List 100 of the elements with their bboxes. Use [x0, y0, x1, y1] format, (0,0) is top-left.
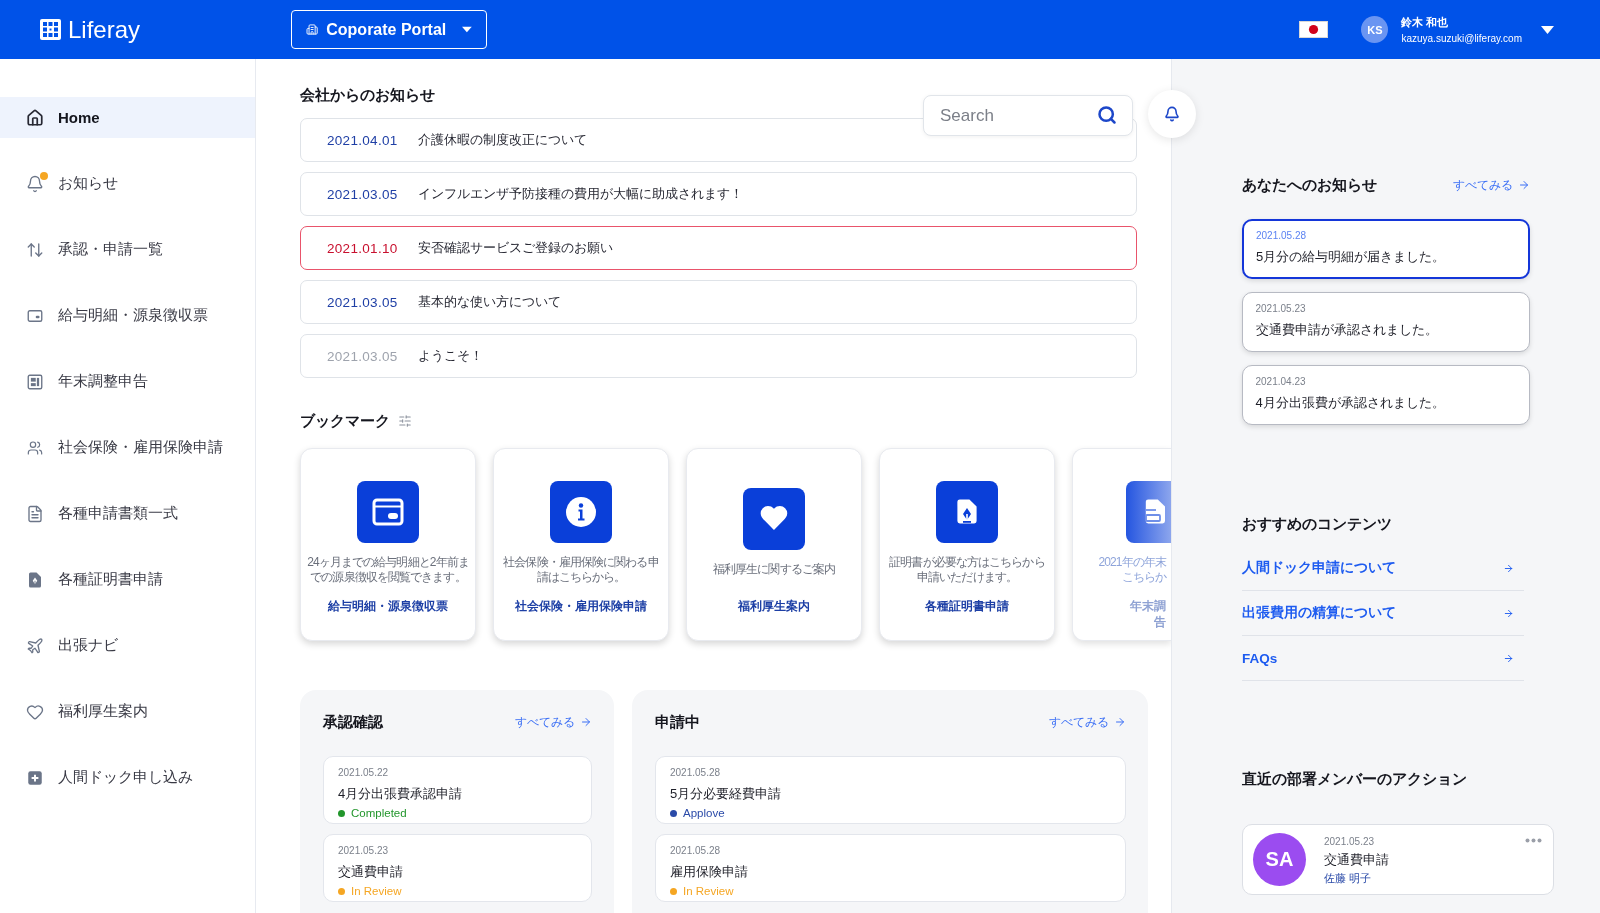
- status-label: In Review: [683, 884, 734, 898]
- bookmark-title: 各種証明書申請: [925, 598, 1009, 614]
- notice-row[interactable]: 2021.03.05 インフルエンザ予防接種の費用が大幅に助成されます！: [300, 172, 1137, 216]
- bookmark-title: 年末調 告: [1130, 598, 1166, 630]
- sidebar-item[interactable]: 社会保険・雇用保険申請: [0, 427, 255, 468]
- notification-card[interactable]: 2021.04.23 4月分出張費が承認されました。: [1242, 365, 1530, 425]
- request-card[interactable]: 2021.05.22 4月分出張費承認申請 Completed: [323, 756, 592, 824]
- action-date: 2021.05.23: [1324, 834, 1376, 848]
- more-icon[interactable]: [1525, 838, 1542, 843]
- notification-date: 2021.05.23: [1255, 301, 1307, 315]
- bookmark-description: 証明書が必要な方はこちらから 申請いただけます。: [889, 554, 1045, 585]
- heart-tile-icon: [743, 488, 805, 550]
- section-title: 会社からのお知らせ: [300, 85, 435, 105]
- notification-text: 交通費申請が承認されました。: [1255, 320, 1439, 338]
- action-title: 交通費申請: [1324, 850, 1389, 868]
- see-all-link[interactable]: すべてみる: [1453, 176, 1530, 194]
- site-selector-button[interactable]: Coporate Portal: [291, 10, 488, 49]
- sidebar-item[interactable]: 給与明細・源泉徴収票: [0, 295, 255, 336]
- notice-row[interactable]: 2021.03.05 ようこそ！: [300, 334, 1137, 378]
- recommended-link[interactable]: 出張費用の精算について: [1242, 591, 1524, 636]
- user-email: kazuya.suzuki@liferay.com: [1401, 33, 1522, 44]
- bookmark-description: 社会保険・雇用保険に関わる申 請はこちらから。: [503, 554, 659, 585]
- home-icon: [26, 108, 44, 127]
- arrow-right-icon: [580, 716, 592, 728]
- status-label: In Review: [351, 884, 402, 898]
- request-title: 4月分出張費承認申請: [338, 785, 464, 802]
- sidebar-item[interactable]: 福利厚生案内: [0, 691, 255, 732]
- bookmark-card[interactable]: 24ヶ月までの給与明細と2年前ま での源泉徴収を閲覧できます。 給与明細・源泉徴収票: [300, 448, 476, 641]
- request-card[interactable]: 2021.05.23 交通費申請 In Review: [323, 834, 592, 902]
- arrow-right-icon: [1503, 562, 1514, 574]
- notification-date: 2021.05.28: [1256, 229, 1308, 242]
- bell-icon: [1164, 106, 1180, 122]
- notice-date: 2021.04.01: [327, 132, 398, 148]
- sidebar-item[interactable]: 出張ナビ: [0, 625, 255, 666]
- request-card[interactable]: 2021.05.28 5月分必要経費申請 Applove: [655, 756, 1126, 824]
- section-title: あなたへのお知らせ: [1242, 175, 1377, 195]
- notification-card[interactable]: 2021.05.23 交通費申請が承認されました。: [1242, 292, 1530, 352]
- notification-card[interactable]: 2021.05.28 5月分の給与明細が届きました。: [1242, 219, 1530, 279]
- info-tile-icon: [550, 480, 612, 543]
- member-name: 佐藤 明子: [1324, 870, 1373, 885]
- bookmark-description: 2021年の年末 こちらか: [1098, 554, 1166, 585]
- bookmark-title: 社会保険・雇用保険申請: [515, 598, 647, 614]
- search-field[interactable]: Search: [923, 95, 1133, 136]
- plus-square-icon: [26, 768, 44, 787]
- status-label: Completed: [351, 806, 407, 820]
- notice-text: 基本的な使い方について: [417, 293, 561, 311]
- search-icon[interactable]: [1097, 105, 1117, 125]
- notice-text: インフルエンザ予防接種の費用が大幅に助成されます！: [417, 185, 743, 203]
- bookmark-title: 福利厚生案内: [738, 598, 810, 614]
- bookmark-title: 給与明細・源泉徴収票: [328, 598, 448, 614]
- recommended-link[interactable]: FAQs: [1242, 636, 1524, 681]
- heart-icon: [26, 702, 44, 721]
- arrow-right-icon: [1503, 607, 1514, 619]
- notice-date: 2021.03.05: [327, 186, 398, 202]
- japan-flag-icon[interactable]: [1299, 21, 1329, 38]
- caret-down-icon[interactable]: [1541, 25, 1554, 34]
- sidebar-item[interactable]: 年末調整申告: [0, 361, 255, 402]
- panel-title: 申請中: [655, 712, 700, 732]
- arrow-right-icon: [1503, 652, 1514, 664]
- wallet-tile-icon: [357, 480, 419, 543]
- request-date: 2021.05.28: [670, 766, 722, 779]
- sidebar-item[interactable]: 人間ドック申し込み: [0, 757, 255, 798]
- notice-date: 2021.03.05: [327, 294, 398, 310]
- bookmark-card[interactable]: 社会保険・雇用保険に関わる申 請はこちらから。 社会保険・雇用保険申請: [493, 448, 669, 641]
- section-title: 直近の部署メンバーのアクション: [1242, 769, 1467, 789]
- notice-date: 2021.01.10: [327, 240, 398, 256]
- see-all-link[interactable]: すべてみる: [515, 713, 592, 731]
- sidebar-item[interactable]: 承認・申請一覧: [0, 229, 255, 270]
- see-all-link[interactable]: すべてみる: [1049, 713, 1126, 731]
- notifications-button[interactable]: [1148, 90, 1196, 138]
- caret-down-icon: [462, 26, 473, 33]
- bell-icon: [26, 174, 44, 193]
- bookmark-description: 福利厚生に関するご案内: [712, 562, 836, 577]
- notification-date: 2021.04.23: [1255, 374, 1307, 388]
- request-title: 5月分必要経費申請: [670, 785, 783, 802]
- notification-text: 4月分出張費が承認されました。: [1255, 393, 1446, 411]
- sidebar-item[interactable]: お知らせ: [0, 163, 255, 204]
- request-card[interactable]: 2021.05.28 雇用保険申請 In Review: [655, 834, 1126, 902]
- bookmark-card[interactable]: 福利厚生に関するご案内 福利厚生案内: [686, 448, 862, 641]
- notification-text: 5月分の給与明細が届きました。: [1256, 248, 1447, 265]
- bookmark-card[interactable]: 証明書が必要な方はこちらから 申請いただけます。 各種証明書申請: [879, 448, 1055, 641]
- airplane-icon: [26, 636, 44, 655]
- up-down-arrows-icon: [26, 240, 44, 259]
- sidebar-item[interactable]: Home: [0, 97, 255, 138]
- notice-date: 2021.03.05: [327, 348, 398, 364]
- sliders-icon[interactable]: [398, 414, 412, 428]
- logo-text: Liferay: [68, 15, 141, 44]
- status-label: Applove: [683, 806, 725, 820]
- sidebar-item[interactable]: 各種申請書類一式: [0, 493, 255, 534]
- newspaper-icon: [26, 372, 44, 391]
- section-title: おすすめのコンテンツ: [1242, 514, 1392, 534]
- notice-row[interactable]: 2021.03.05 基本的な使い方について: [300, 280, 1137, 324]
- member-action-card[interactable]: SA 2021.05.23 交通費申請 佐藤 明子: [1242, 824, 1554, 895]
- recommended-link[interactable]: 人間ドック申請について: [1242, 546, 1524, 591]
- request-date: 2021.05.22: [338, 766, 390, 779]
- document-icon: [26, 504, 44, 523]
- arrow-right-icon: [1114, 716, 1126, 728]
- sidebar-item[interactable]: 各種証明書申請: [0, 559, 255, 600]
- request-date: 2021.05.23: [338, 844, 390, 857]
- arrow-right-icon: [1518, 179, 1530, 191]
